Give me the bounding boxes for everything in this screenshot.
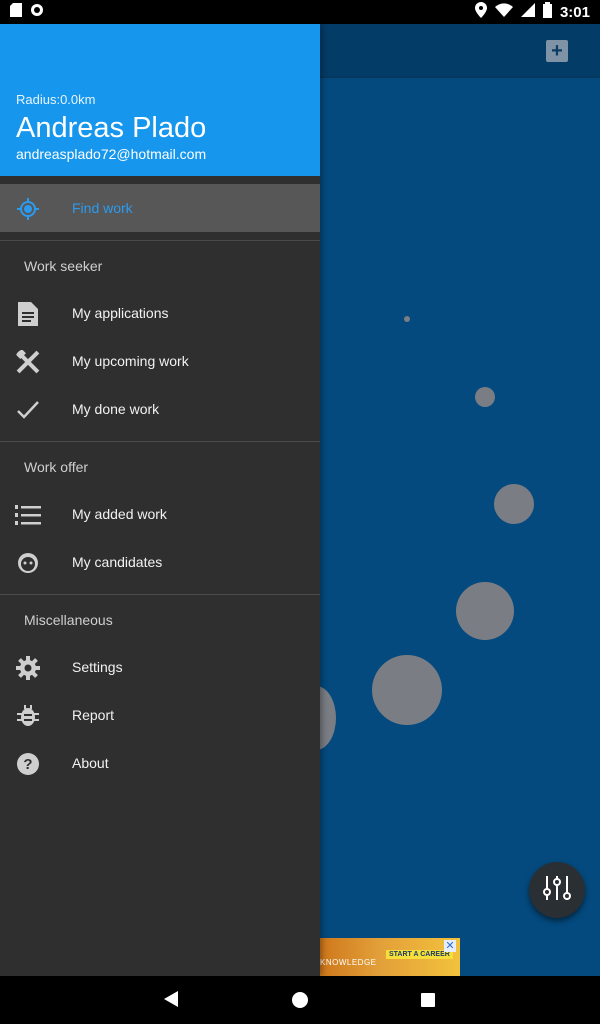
menu-item-my-candidates[interactable]: My candidates: [0, 538, 320, 586]
wifi-icon: [494, 2, 513, 22]
home-icon[interactable]: [292, 992, 308, 1008]
system-nav-bar: [0, 976, 600, 1024]
menu-item-my-upcoming-work[interactable]: My upcoming work: [0, 337, 320, 385]
radius-label: Radius:0.0km: [16, 92, 96, 107]
menu-item-label: My added work: [72, 506, 167, 522]
menu-item-my-done-work[interactable]: My done work: [0, 385, 320, 433]
work-bubble[interactable]: [404, 316, 410, 322]
add-work-button[interactable]: +: [546, 40, 568, 62]
location-icon: [474, 1, 487, 23]
battery-icon: [542, 1, 552, 23]
numbered-list-icon: [15, 502, 41, 528]
bug-icon: [15, 703, 41, 729]
divider: [0, 441, 320, 442]
menu-item-label: My candidates: [72, 554, 163, 570]
help-icon: ?: [15, 751, 41, 777]
section-title-miscellaneous: Miscellaneous: [24, 612, 113, 628]
recent-apps-icon[interactable]: [421, 993, 435, 1007]
navigation-drawer: Radius:0.0km Andreas Plado andreasplado7…: [0, 24, 320, 976]
menu-item-label: Find work: [72, 200, 133, 216]
menu-item-my-added-work[interactable]: My added work: [0, 490, 320, 538]
ad-cta-button[interactable]: START A CAREER: [386, 950, 453, 959]
user-name: Andreas Plado: [16, 112, 207, 144]
menu-item-label: Settings: [72, 659, 123, 675]
work-bubble[interactable]: [475, 387, 495, 407]
document-icon: [15, 301, 41, 327]
menu-item-label: Report: [72, 707, 115, 723]
work-bubble[interactable]: [456, 582, 514, 640]
drawer-header: Radius:0.0km Andreas Plado andreasplado7…: [0, 24, 320, 176]
status-bar: 3:01: [0, 0, 600, 24]
menu-item-label: My upcoming work: [72, 353, 189, 369]
user-email: andreasplado72@hotmail.com: [16, 146, 207, 162]
menu-item-my-applications[interactable]: My applications: [0, 289, 320, 337]
sd-card-icon: [10, 2, 22, 22]
gear-icon: [15, 655, 41, 681]
ad-text: KNOWLEDGE: [320, 958, 377, 967]
filter-sliders-icon: [541, 872, 573, 909]
menu-item-label: My done work: [72, 401, 160, 417]
filter-button[interactable]: [529, 862, 585, 918]
tools-icon: [15, 349, 41, 375]
divider: [0, 594, 320, 595]
menu-item-settings[interactable]: Settings: [0, 643, 320, 691]
menu-item-find-work[interactable]: Find work: [0, 184, 320, 232]
clock: 3:01: [559, 3, 590, 21]
crosshair-icon: [15, 196, 41, 222]
menu-item-label: My applications: [72, 305, 169, 321]
divider: [0, 240, 320, 241]
menu-item-report[interactable]: Report: [0, 691, 320, 739]
section-title-work-offer: Work offer: [24, 459, 89, 475]
notification-circle-icon: [30, 3, 44, 22]
back-icon[interactable]: [164, 991, 178, 1007]
ad-close-icon[interactable]: ✕: [444, 940, 456, 952]
face-icon: [15, 550, 41, 576]
checkmark-icon: [15, 397, 41, 423]
signal-icon: [520, 2, 535, 22]
menu-item-label: About: [72, 755, 109, 771]
work-bubble[interactable]: [372, 655, 442, 725]
ad-banner[interactable]: KNOWLEDGE START A CAREER ✕: [300, 938, 460, 976]
menu-item-about[interactable]: ? About: [0, 739, 320, 787]
section-title-work-seeker: Work seeker: [24, 258, 103, 274]
svg-text:?: ?: [23, 756, 32, 773]
work-bubble[interactable]: [494, 484, 534, 524]
